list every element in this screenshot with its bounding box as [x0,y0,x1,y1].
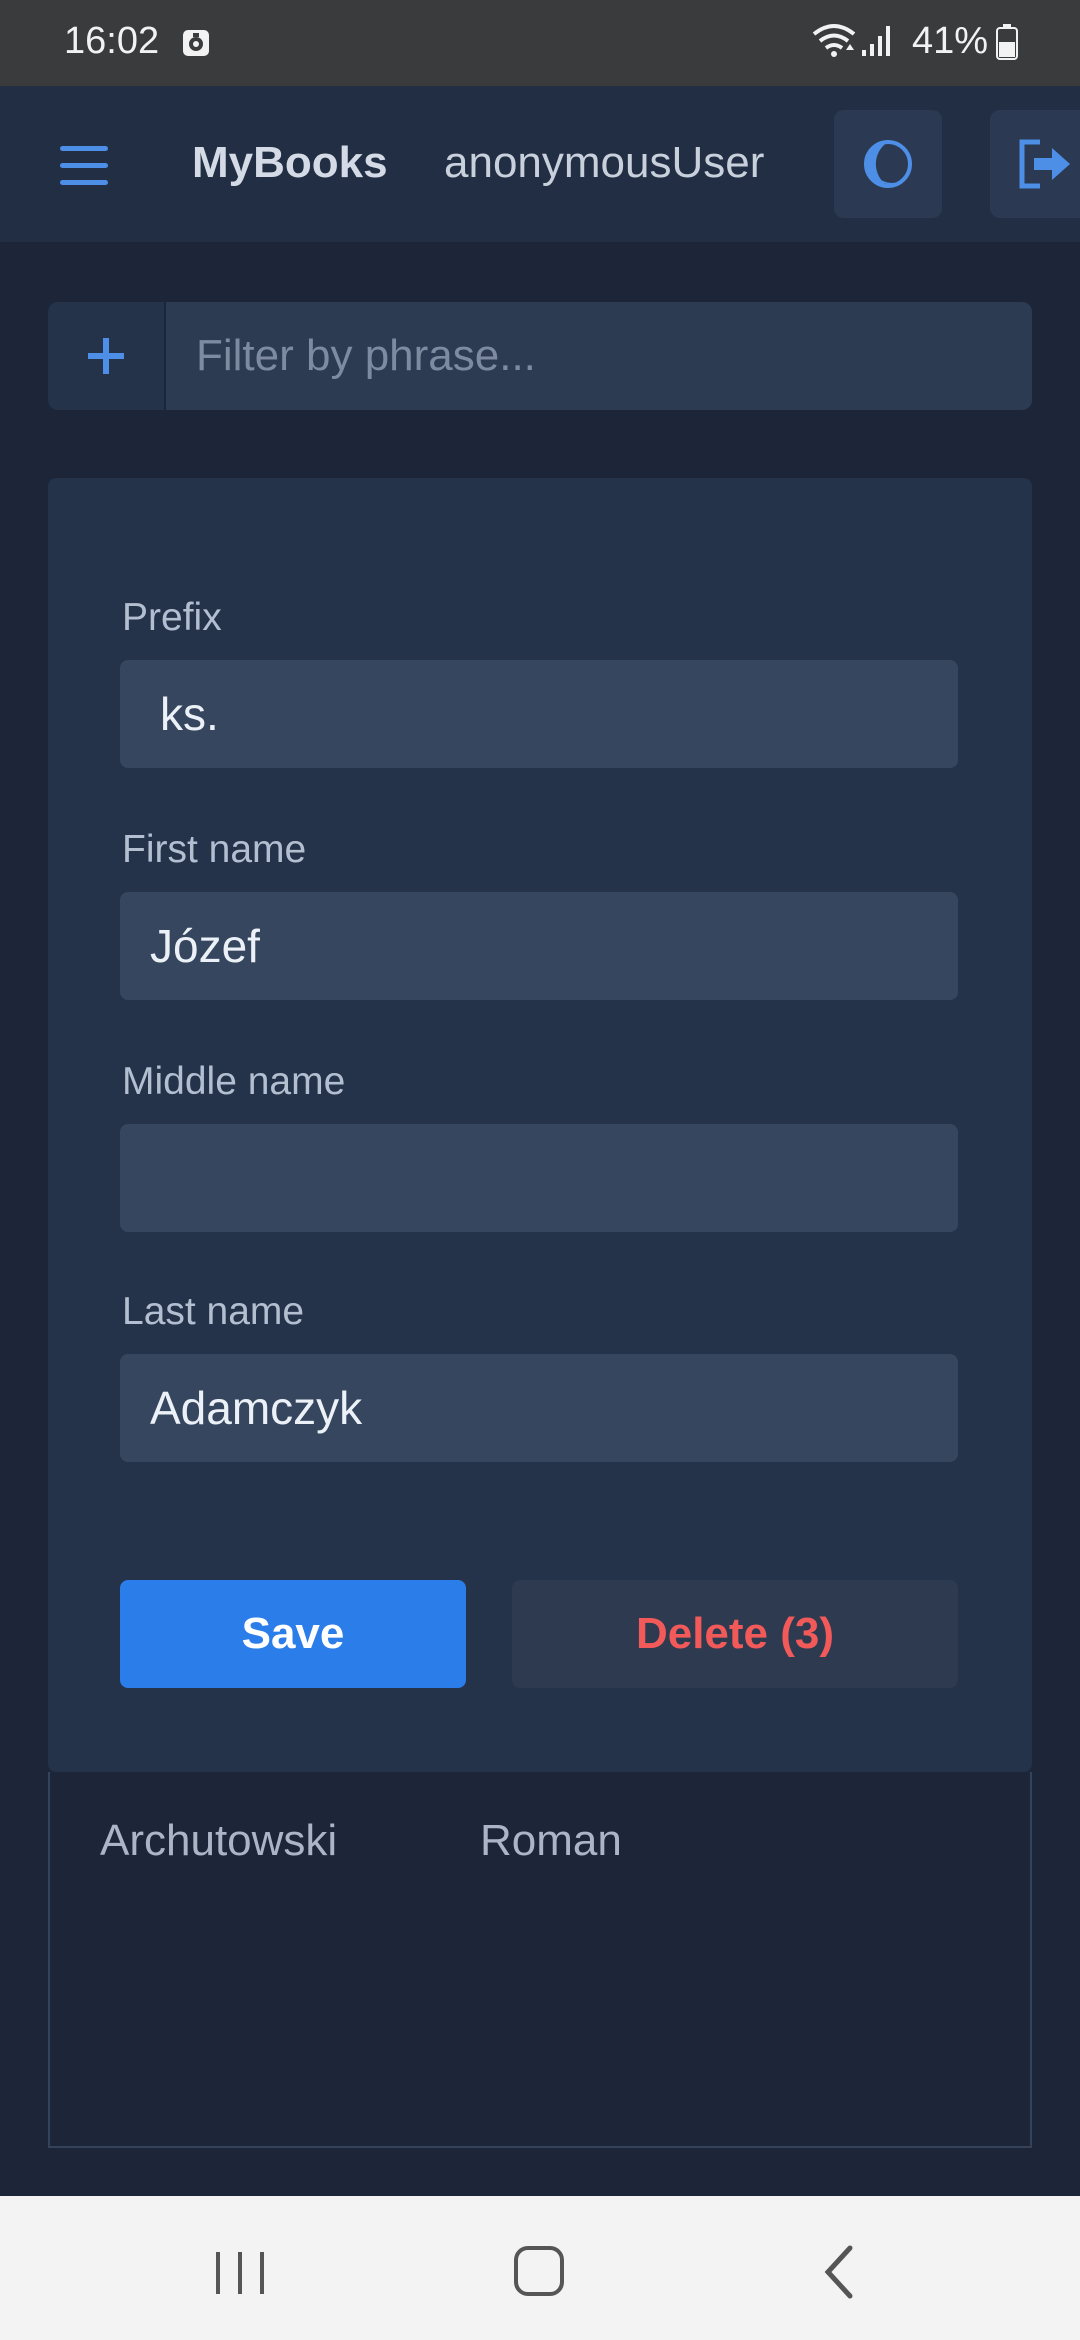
prefix-field[interactable] [120,660,958,768]
prefix-label: Prefix [122,596,222,639]
app-brand[interactable]: MyBooks [192,138,388,188]
author-list: Archutowski Roman [48,1772,1032,2148]
list-item[interactable]: Archutowski Roman [50,1786,1030,1886]
theme-toggle-button[interactable] [834,110,942,218]
list-item-first-name: Roman [480,1816,622,1865]
filter-input[interactable] [166,302,1032,410]
plus-icon [88,338,124,374]
last-name-label: Last name [122,1290,305,1333]
home-icon[interactable] [500,2236,580,2302]
wifi-icon [812,22,856,65]
logout-button[interactable] [990,110,1080,218]
first-name-field[interactable] [120,892,958,1000]
last-name-field[interactable] [120,1354,958,1462]
back-icon[interactable] [800,2236,880,2302]
save-button[interactable]: Save [120,1580,466,1688]
edit-author-panel: Prefix First name Middle name Last name … [48,478,1032,1772]
moon-icon [864,140,912,188]
middle-name-field[interactable] [120,1124,958,1232]
recent-apps-icon[interactable] [202,2236,282,2302]
add-author-button[interactable] [48,302,164,410]
hamburger-menu-icon[interactable] [50,136,120,196]
signal-icon [860,24,894,63]
logout-icon [1019,139,1070,189]
status-time: 16:02 [64,20,160,62]
status-bar: 16:02 41% [0,0,1080,86]
delete-button[interactable]: Delete (3) [512,1580,958,1688]
battery-percent: 41% [912,20,989,62]
battery-icon [996,24,1018,65]
top-app-bar: MyBooks anonymousUser [0,86,1080,242]
username-label: anonymousUser [444,138,765,187]
system-nav-bar [0,2196,1080,2340]
list-item-last-name: Archutowski [100,1816,338,1865]
media-icon [182,29,210,57]
middle-name-label: Middle name [122,1060,346,1103]
first-name-label: First name [122,828,307,871]
